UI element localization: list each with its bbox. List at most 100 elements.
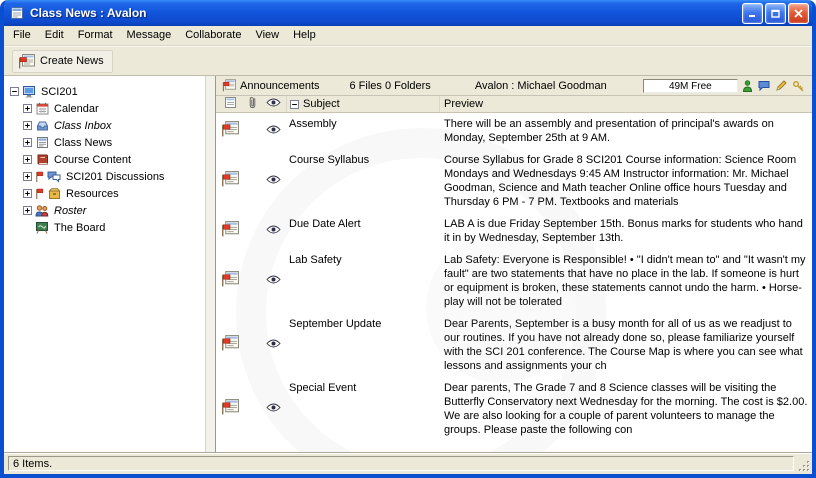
tree-item-class-inbox[interactable]: Class Inbox [4,117,205,134]
flag-icon [35,188,44,200]
tree-item-label: SCI201 Discussions [64,171,164,183]
tree-scrollbar[interactable] [205,76,215,452]
menu-collaborate[interactable]: Collaborate [178,26,248,45]
collapse-minus-icon[interactable] [290,100,299,109]
column-read-status[interactable] [261,96,286,112]
announcements-icon [222,79,236,92]
message-list: Assembly There will be an assembly and p… [216,113,812,452]
news-window-icon [9,5,25,21]
tree-item-label: Class Inbox [52,120,111,132]
memo-flag-icon [221,271,239,290]
expand-plus-icon[interactable] [23,138,32,147]
permissions-icon[interactable] [792,80,804,92]
folder-name: Announcements [240,80,320,92]
calendar-icon [35,102,49,115]
memo-icon [224,96,237,112]
minimize-button[interactable] [742,3,763,24]
message-preview: LAB A is due Friday September 15th. Bonu… [440,216,812,245]
title-bar: Class News : Avalon [4,0,812,26]
menu-help[interactable]: Help [286,26,323,45]
folder-tree-children: Calendar Class Inbox Class News Course C… [4,100,205,236]
board-icon [35,221,49,234]
message-row[interactable]: September Update Dear Parents, September… [216,313,812,377]
expand-plus-icon[interactable] [23,189,32,198]
column-preview[interactable]: Preview [440,96,812,112]
message-row[interactable]: Assembly There will be an assembly and p… [216,113,812,149]
eye-icon [266,125,281,137]
expand-plus-icon[interactable] [23,155,32,164]
tree-item-sci201-discussions[interactable]: SCI201 Discussions [4,168,205,185]
column-preview-label: Preview [444,98,483,110]
tree-item-label: Calendar [52,103,99,115]
memo-flag-icon [221,221,239,240]
message-preview: Course Syllabus for Grade 8 SCI201 Cours… [440,152,812,209]
memo-flag-icon [221,171,239,190]
main-content: SCI201 Calendar Class Inbox Class News C… [4,76,812,452]
tree-item-label: Resources [64,188,119,200]
message-row[interactable]: Due Date Alert LAB A is due Friday Septe… [216,213,812,249]
list-header: Subject Preview [216,96,812,113]
paperclip-icon [248,96,257,112]
expand-plus-icon[interactable] [23,206,32,215]
eye-icon [266,225,281,237]
computer-icon [22,85,36,98]
message-row[interactable]: Course Syllabus Course Syllabus for Grad… [216,149,812,213]
status-bar: 6 Items. [4,452,812,474]
expand-plus-icon[interactable] [23,121,32,130]
inbox-icon [35,119,49,132]
resize-grip[interactable] [797,459,811,473]
column-subject[interactable]: Subject [286,96,440,112]
create-news-button[interactable]: Create News [12,50,113,73]
chat-icon[interactable] [758,80,770,91]
tree-item-the-board[interactable]: The Board [4,219,205,236]
online-user-icon[interactable] [742,80,753,92]
message-subject: September Update [286,316,440,373]
tree-item-roster[interactable]: Roster [4,202,205,219]
message-row[interactable]: Special Event Dear parents, The Grade 7 … [216,377,812,441]
message-subject: Special Event [286,380,440,437]
maximize-button[interactable] [765,3,786,24]
tree-item-class-news[interactable]: Class News [4,134,205,151]
column-attachments[interactable] [244,96,261,112]
message-preview: Dear parents, The Grade 7 and 8 Science … [440,380,812,437]
message-preview: Dear Parents, September is a busy month … [440,316,812,373]
tree-item-sci201[interactable]: SCI201 [4,83,205,100]
menu-view[interactable]: View [248,26,286,45]
menu-edit[interactable]: Edit [38,26,71,45]
message-preview: There will be an assembly and presentati… [440,116,812,145]
eye-icon [266,98,281,110]
memo-flag-icon [221,121,239,140]
tree-item-course-content[interactable]: Course Content [4,151,205,168]
message-subject: Due Date Alert [286,216,440,245]
menu-format[interactable]: Format [71,26,120,45]
folder-tree: SCI201 Calendar Class Inbox Class News C… [4,76,205,452]
roster-icon [35,204,49,217]
message-preview: Lab Safety: Everyone is Responsible! • "… [440,252,812,309]
collapse-minus-icon[interactable] [10,87,19,96]
message-row[interactable]: Lab Safety Lab Safety: Everyone is Respo… [216,249,812,313]
message-subject: Assembly [286,116,440,145]
window-controls [742,3,809,24]
expand-plus-icon[interactable] [23,172,32,181]
message-subject: Course Syllabus [286,152,440,209]
tree-item-resources[interactable]: Resources [4,185,205,202]
menu-message[interactable]: Message [120,26,179,45]
column-item-icon[interactable] [216,96,244,112]
tree-item-label: The Board [52,222,105,234]
menu-bar: FileEditFormatMessageCollaborateViewHelp [4,26,812,46]
connection-info: Avalon : Michael Goodman [475,80,607,92]
toolbar: Create News [4,46,812,76]
tree-item-calendar[interactable]: Calendar [4,100,205,117]
eye-icon [266,175,281,187]
close-button[interactable] [788,3,809,24]
flag-icon [35,171,44,183]
menu-file[interactable]: File [6,26,38,45]
tree-item-label: SCI201 [39,86,78,98]
item-count: 6 Items. [8,456,794,471]
message-subject: Lab Safety [286,252,440,309]
folder-tree-pane: SCI201 Calendar Class Inbox Class News C… [4,76,216,452]
edit-icon[interactable] [775,80,787,92]
memo-flag-icon [221,335,239,354]
expand-plus-icon[interactable] [23,104,32,113]
create-news-label: Create News [40,55,104,67]
